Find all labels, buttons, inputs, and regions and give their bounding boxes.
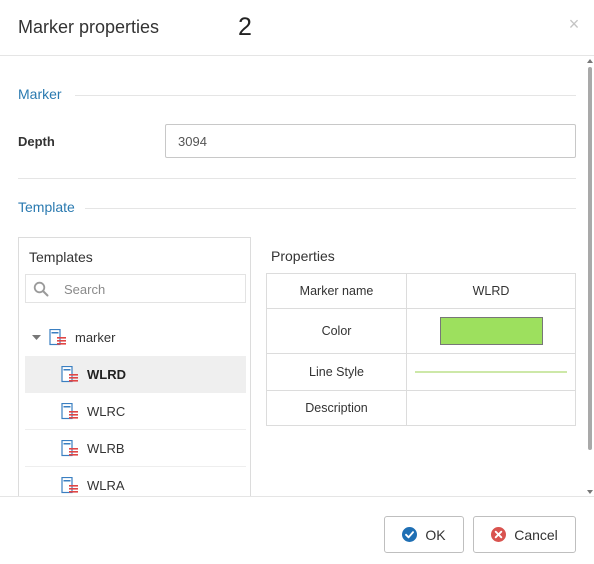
depth-input[interactable] — [165, 124, 576, 158]
template-search-input[interactable] — [64, 278, 234, 300]
marker-template-icon — [61, 477, 78, 494]
tree-item-label: WLRC — [87, 404, 126, 419]
marker-section-heading: Marker — [18, 86, 62, 102]
template-search-box — [25, 274, 246, 303]
property-name: Description — [267, 391, 407, 425]
check-circle-icon — [402, 527, 418, 542]
property-row-color: Color — [267, 309, 575, 354]
tree-item-label: WLRB — [87, 441, 125, 456]
tree-item-label: WLRD — [87, 367, 126, 382]
property-row-description: Description — [267, 391, 575, 425]
color-swatch[interactable] — [439, 317, 543, 345]
property-value-description[interactable] — [407, 391, 575, 425]
property-value-line-style — [407, 354, 575, 390]
properties-table: Marker name WLRD Color Line Style Descri… — [266, 273, 576, 426]
section-divider — [85, 208, 576, 209]
property-name: Color — [267, 309, 407, 353]
section-divider — [75, 95, 576, 96]
marker-template-icon — [61, 403, 78, 420]
templates-heading: Templates — [29, 249, 93, 265]
scroll-up-arrow-icon[interactable] — [587, 59, 593, 63]
templates-panel: Templates marker — [18, 237, 251, 496]
cancel-label: Cancel — [514, 526, 558, 543]
dialog-footer: OK Cancel — [0, 496, 594, 564]
property-row-marker-name: Marker name WLRD — [267, 274, 575, 309]
ok-button[interactable]: OK — [384, 516, 464, 553]
ok-label: OK — [425, 526, 446, 543]
template-section-heading: Template — [18, 199, 75, 215]
cancel-button[interactable]: Cancel — [473, 516, 576, 553]
dialog-title: Marker properties — [18, 17, 160, 37]
expand-triangle-icon[interactable] — [32, 333, 41, 342]
x-circle-icon — [491, 527, 507, 542]
dialog-header: Marker properties 2 × — [0, 0, 594, 56]
depth-label: Depth — [18, 134, 55, 149]
property-name: Line Style — [267, 354, 407, 390]
tree-item-marker[interactable]: marker — [25, 319, 246, 356]
property-value-marker-name[interactable]: WLRD — [407, 274, 575, 308]
tree-item-wlrd[interactable]: WLRD — [25, 356, 246, 393]
close-button[interactable]: × — [566, 15, 582, 33]
search-icon — [33, 281, 49, 297]
section-divider — [18, 178, 576, 179]
marker-template-icon — [49, 329, 66, 346]
marker-properties-dialog: Marker properties 2 × Marker Depth Templ… — [0, 0, 594, 564]
marker-template-icon — [61, 366, 78, 383]
tree-item-label: WLRA — [87, 478, 125, 493]
tree-item-wlrb[interactable]: WLRB — [25, 430, 246, 467]
marker-template-icon — [61, 440, 78, 457]
dialog-body: Marker Depth Template Templates — [0, 57, 594, 496]
properties-heading: Properties — [271, 248, 335, 264]
scroll-down-arrow-icon[interactable] — [587, 490, 593, 494]
tree-item-wlra[interactable]: WLRA — [25, 467, 246, 496]
tree-item-label: marker — [75, 330, 116, 345]
tree-item-wlrc[interactable]: WLRC — [25, 393, 246, 430]
scrollbar-thumb[interactable] — [588, 67, 592, 450]
vertical-scrollbar[interactable] — [586, 57, 594, 496]
line-style-preview[interactable] — [415, 371, 567, 373]
property-row-line-style: Line Style — [267, 354, 575, 391]
dialog-number-annotation: 2 — [238, 13, 252, 41]
property-value-color — [407, 309, 575, 353]
property-name: Marker name — [267, 274, 407, 308]
